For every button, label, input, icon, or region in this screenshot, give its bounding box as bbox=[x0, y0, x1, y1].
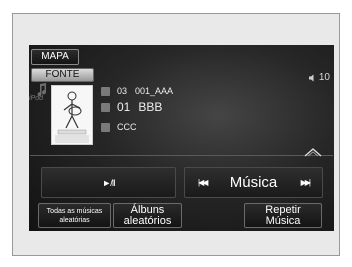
shuffle-albums-label-line2: aleatórios bbox=[123, 214, 172, 227]
track-title: BBB bbox=[138, 100, 163, 114]
shuffle-all-button[interactable]: Todas as músicas aleatórias bbox=[38, 203, 111, 228]
shuffle-albums-label-line1: Álbuns bbox=[130, 203, 165, 216]
shuffle-albums-button[interactable]: Álbuns aleatórios bbox=[113, 203, 182, 228]
chevron-up-icon[interactable] bbox=[303, 147, 323, 157]
track-icon bbox=[101, 102, 110, 112]
album-name: CCC bbox=[117, 122, 137, 132]
repeat-button[interactable]: Repetir Música bbox=[244, 203, 322, 228]
album-art bbox=[51, 85, 93, 145]
volume-indicator: 10 bbox=[308, 72, 330, 83]
divider bbox=[30, 155, 333, 156]
map-button[interactable]: MAPA bbox=[31, 49, 79, 65]
track-row: 01 BBB bbox=[101, 100, 162, 114]
source-button[interactable]: FONTE bbox=[31, 68, 94, 82]
repeat-label-line2: Música bbox=[265, 214, 301, 227]
track-mode-label: Música bbox=[229, 174, 278, 191]
album-row: CCC bbox=[101, 122, 137, 132]
play-pause-button[interactable]: ►/II bbox=[41, 167, 176, 198]
shuffle-all-label-line1: Todas as músicas bbox=[46, 207, 103, 215]
speaker-icon bbox=[308, 74, 314, 81]
album-art-image bbox=[52, 86, 92, 144]
track-mode-panel: |◀◀ Música ▶▶| bbox=[184, 167, 323, 198]
folder-number: 03 bbox=[117, 86, 128, 96]
track-number: 01 bbox=[117, 100, 131, 114]
skip-back-icon[interactable]: |◀◀ bbox=[198, 178, 208, 187]
source-label: iPod bbox=[29, 95, 44, 102]
folder-name: 001_AAA bbox=[135, 86, 174, 96]
repeat-label-line1: Repetir bbox=[265, 203, 301, 216]
album-icon bbox=[101, 122, 110, 132]
volume-value: 10 bbox=[318, 72, 330, 83]
shuffle-all-label-line2: aleatórias bbox=[59, 216, 90, 224]
folder-icon bbox=[101, 86, 110, 96]
skip-forward-icon[interactable]: ▶▶| bbox=[301, 178, 311, 187]
play-pause-label: ►/II bbox=[102, 177, 115, 188]
folder-row: 03 001_AAA bbox=[101, 86, 173, 96]
